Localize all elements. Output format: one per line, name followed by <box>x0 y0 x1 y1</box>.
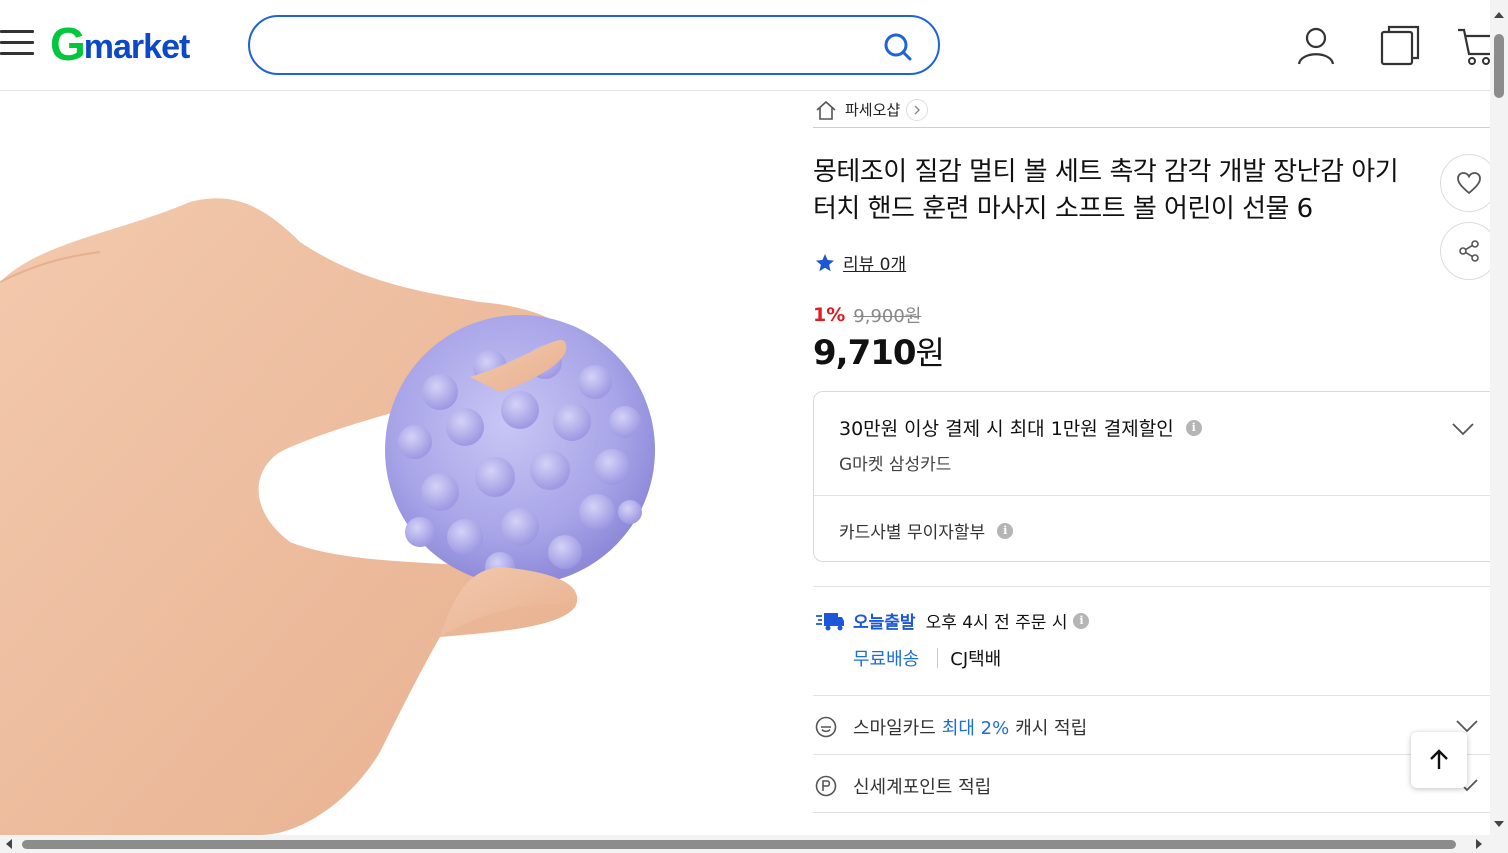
discount-percent: 1% <box>813 304 846 326</box>
price-unit: 원 <box>915 334 945 372</box>
smilecard-icon <box>815 716 837 738</box>
shipping-detail-row: 무료배송 CJ택배 <box>853 645 1001 671</box>
shop-name-link[interactable]: 파세오샵 <box>845 99 900 120</box>
info-icon[interactable]: i <box>1185 419 1202 436</box>
home-icon[interactable] <box>815 100 837 120</box>
scroll-up-arrow[interactable] <box>1494 12 1504 18</box>
horizontal-scrollbar[interactable] <box>0 835 1508 853</box>
divider <box>813 586 1490 587</box>
logo-text: market <box>83 27 191 66</box>
gmarket-logo[interactable]: G market <box>50 18 191 70</box>
installment-row[interactable]: 카드사별 무이자할부 i <box>839 518 1014 543</box>
scroll-to-top-button[interactable] <box>1411 732 1467 788</box>
cart-icon[interactable] <box>1456 24 1490 66</box>
search-input[interactable] <box>274 31 874 59</box>
ssg-point-label: 신세계포인트 적립 <box>853 777 992 798</box>
ssg-point-row[interactable]: 신세계포인트 적립 <box>815 773 991 799</box>
info-icon[interactable]: i <box>1073 612 1090 629</box>
chevron-down-icon[interactable] <box>1452 422 1474 436</box>
chevron-down-icon[interactable] <box>1456 719 1478 733</box>
product-image[interactable] <box>0 92 790 835</box>
smilecard-label: 스마일카드 <box>853 718 936 739</box>
separator <box>937 648 939 668</box>
carrier: CJ택배 <box>950 649 1002 670</box>
card-name: G마켓 삼성카드 <box>839 455 952 475</box>
product-photo <box>0 198 655 835</box>
card-discount-text: 30만원 이상 결제 시 최대 1만원 결제할인 <box>839 418 1174 440</box>
review-count-link[interactable]: 리뷰 0개 <box>843 250 906 275</box>
smilecard-benefit-row[interactable]: 스마일카드 최대 2% 캐시 적립 <box>815 714 1087 740</box>
card-discount-box: 30만원 이상 결제 시 최대 1만원 결제할인 i G마켓 삼성카드 카드사별… <box>813 391 1490 562</box>
card-discount-toggle[interactable]: 30만원 이상 결제 시 최대 1만원 결제할인 i G마켓 삼성카드 <box>814 392 1490 496</box>
installment-text: 카드사별 무이자할부 <box>839 523 986 543</box>
card-discount-main: 30만원 이상 결제 시 최대 1만원 결제할인 i <box>839 414 1202 441</box>
today-shipping-badge: 오늘출발 <box>853 613 916 633</box>
point-icon <box>815 775 837 797</box>
heart-icon <box>1457 172 1481 195</box>
shipping-condition: 오후 4시 전 주문 시 <box>925 613 1068 633</box>
divider <box>813 754 1490 755</box>
arrow-up-icon <box>1430 749 1448 769</box>
breadcrumb: 파세오샵 <box>813 92 1490 128</box>
scrollbar-thumb[interactable] <box>22 840 1456 849</box>
vertical-scrollbar[interactable] <box>1490 0 1508 835</box>
search-icon[interactable] <box>882 31 914 63</box>
free-shipping: 무료배송 <box>853 649 920 670</box>
share-icon <box>1459 240 1479 262</box>
smilecard-suffix: 캐시 적립 <box>1015 718 1088 739</box>
shipping-today-row: 오늘출발 오후 4시 전 주문 시 i <box>815 608 1090 633</box>
product-info-panel: 파세오샵 몽테조이 질감 멀티 볼 세트 촉각 감각 개발 장난감 아기 터치 … <box>813 92 1498 813</box>
info-icon[interactable]: i <box>997 522 1014 539</box>
user-icon[interactable] <box>1296 24 1336 66</box>
scroll-right-arrow[interactable] <box>1476 839 1482 849</box>
delivery-truck-icon <box>816 612 844 630</box>
recent-items-icon[interactable] <box>1380 24 1420 66</box>
rating: 리뷰 0개 <box>815 250 906 275</box>
page: G market 파세오샵 몽테조이 질감 멀티 볼 세트 촉각 감각 개발 장… <box>0 0 1508 853</box>
divider <box>813 812 1490 813</box>
discount-row: 1% 9,900원 <box>813 302 921 328</box>
divider <box>813 695 1490 696</box>
header: G market <box>0 0 1490 91</box>
logo-g: G <box>50 18 86 70</box>
scroll-down-arrow[interactable] <box>1494 821 1504 827</box>
sale-price: 9,710원 <box>813 328 945 374</box>
star-icon <box>816 253 834 271</box>
smilecard-rate: 최대 2% <box>941 718 1010 739</box>
original-price: 9,900원 <box>853 306 922 327</box>
scrollbar-thumb[interactable] <box>1494 34 1504 98</box>
price-number: 9,710 <box>813 333 917 373</box>
product-title: 몽테조이 질감 멀티 볼 세트 촉각 감각 개발 장난감 아기 터치 핸드 훈련… <box>813 157 1399 224</box>
search-box <box>248 15 940 75</box>
menu-icon[interactable] <box>0 30 34 56</box>
shop-chevron-icon[interactable] <box>906 98 929 121</box>
scroll-left-arrow[interactable] <box>6 839 12 849</box>
